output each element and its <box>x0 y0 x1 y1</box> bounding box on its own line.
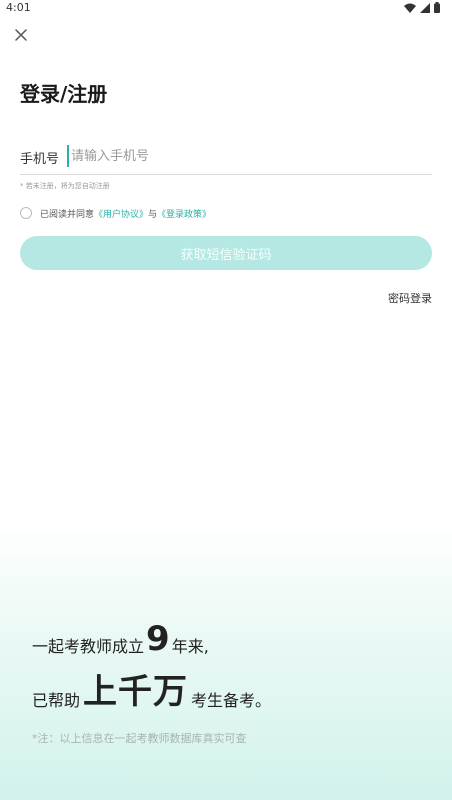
promo-line2-prefix: 已帮助 <box>32 691 81 710</box>
status-bar: 4:01 <box>0 0 452 16</box>
close-icon[interactable] <box>12 26 30 44</box>
user-agreement-link[interactable]: 《用户协议》 <box>94 207 148 220</box>
agree-checkbox[interactable] <box>20 207 32 219</box>
status-icons <box>404 2 440 13</box>
promo-line-2: 已帮助 上千万 考生备考。 <box>32 672 271 712</box>
phone-input[interactable] <box>67 145 431 167</box>
password-login-link[interactable]: 密码登录 <box>388 290 432 306</box>
agreement-row: 已阅读并同意 《用户协议》 与 《登录政策》 <box>20 206 211 220</box>
promo-line-1: 一起考教师成立 9 年来, <box>32 620 209 658</box>
page-title: 登录/注册 <box>20 82 108 106</box>
status-time: 4:01 <box>6 1 31 14</box>
get-sms-code-button[interactable]: 获取短信验证码 <box>20 236 432 270</box>
promo-years-number: 9 <box>146 619 170 659</box>
signal-icon <box>420 2 430 13</box>
auto-register-hint: * 若未注册，将为您自动注册 <box>20 182 110 190</box>
battery-icon <box>434 2 440 13</box>
login-policy-link[interactable]: 《登录政策》 <box>157 207 211 220</box>
promo-highlight: 上千万 <box>83 672 189 712</box>
promo-footnote: *注：以上信息在一起考教师数据库真实可查 <box>32 732 247 745</box>
wifi-icon <box>404 3 416 13</box>
promo-line1-suffix: 年来, <box>171 637 209 656</box>
promo-line2-suffix: 考生备考。 <box>191 691 272 710</box>
agree-prefix: 已阅读并同意 <box>40 209 95 220</box>
promo-line1-prefix: 一起考教师成立 <box>32 637 145 656</box>
phone-field-row: 手机号 <box>20 140 432 175</box>
phone-label: 手机号 <box>20 152 60 167</box>
agree-and: 与 <box>148 209 158 220</box>
